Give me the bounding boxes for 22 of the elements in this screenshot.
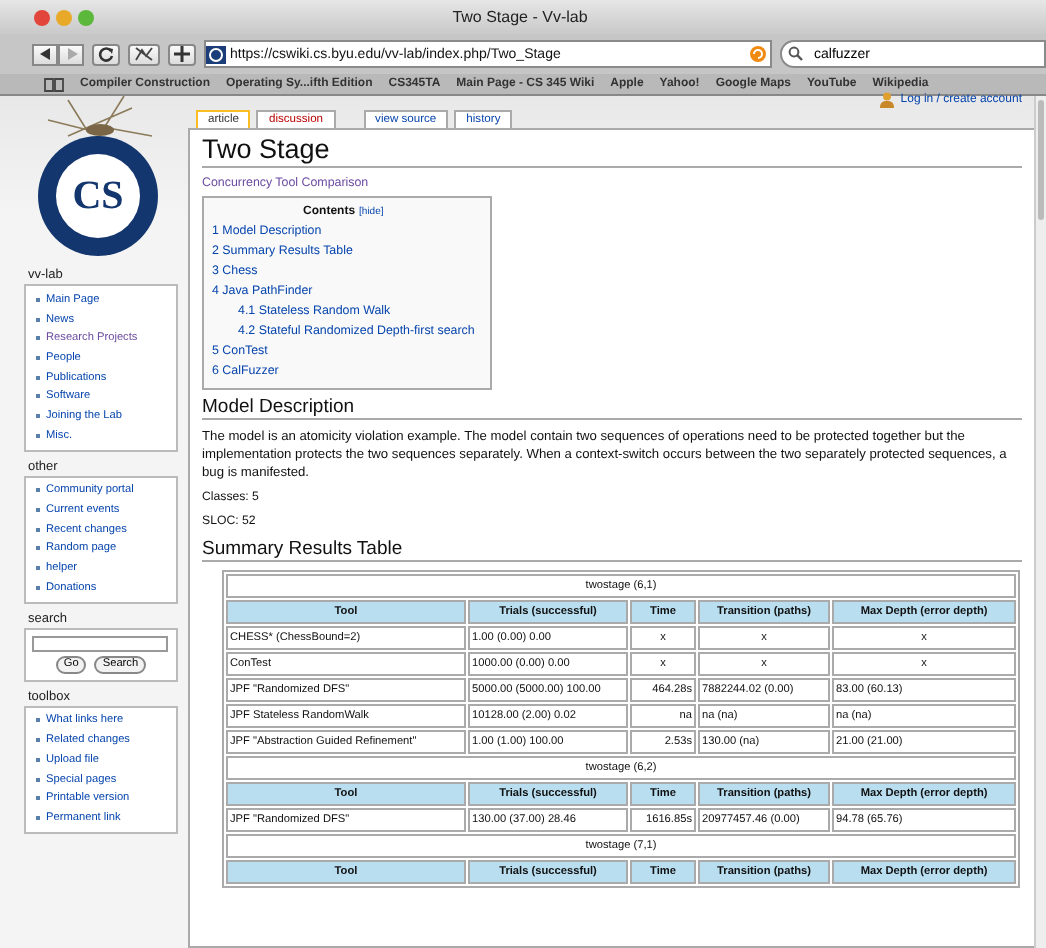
forward-arrow-icon xyxy=(65,48,77,60)
insect-drawing xyxy=(47,96,153,137)
back-arrow-icon xyxy=(39,48,51,60)
window-title: Two Stage - Vv-lab xyxy=(452,8,588,26)
close-button[interactable] xyxy=(34,9,50,25)
book-icon[interactable] xyxy=(44,77,64,91)
site-icon xyxy=(206,45,226,63)
user-icon xyxy=(880,92,895,108)
add-bookmark-button[interactable] xyxy=(168,43,196,65)
back-button[interactable] xyxy=(32,43,58,65)
snapback-button[interactable] xyxy=(128,43,160,65)
search-input[interactable] xyxy=(32,635,168,652)
search-icon xyxy=(788,46,808,62)
section-heading: Model Description xyxy=(202,396,1022,420)
section-heading: Summary Results Table xyxy=(202,538,1022,562)
zoom-button[interactable] xyxy=(78,9,94,25)
logo-initials: CS xyxy=(72,174,124,218)
refresh-icon[interactable] xyxy=(750,46,766,62)
reload-button[interactable] xyxy=(92,43,120,65)
scrollbar[interactable] xyxy=(1034,96,1046,948)
page-title: Two Stage xyxy=(202,134,1022,168)
logo-badge xyxy=(38,136,158,256)
